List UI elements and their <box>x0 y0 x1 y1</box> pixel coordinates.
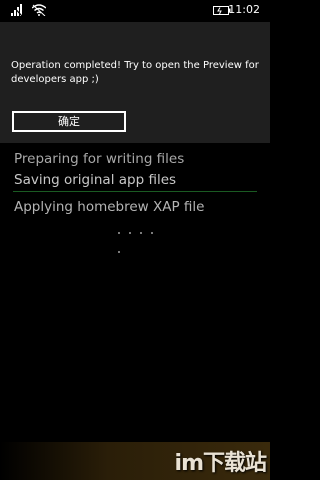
message-dialog: Operation completed! Try to open the Pre… <box>0 22 270 143</box>
loading-dot <box>118 232 120 234</box>
dialog-message: Operation completed! Try to open the Pre… <box>11 60 259 85</box>
status-bar: 11:02 <box>0 0 270 22</box>
phone-screen: 11:02 Preparing for writing files Saving… <box>0 0 270 480</box>
loading-dot <box>129 232 131 234</box>
status-clock: 11:02 <box>228 3 260 16</box>
signal-icon <box>11 4 23 16</box>
loading-dots-indicator <box>118 219 168 253</box>
watermark-text: im下载站 <box>174 451 267 476</box>
loading-dot <box>140 232 142 234</box>
step-applying: Applying homebrew XAP file <box>14 199 205 215</box>
loading-dot <box>118 251 120 253</box>
confirm-button[interactable]: 确定 <box>12 111 126 132</box>
step-saving: Saving original app files <box>14 172 177 188</box>
step-preparing: Preparing for writing files <box>14 151 185 167</box>
wifi-icon <box>32 4 46 16</box>
progress-bar <box>13 191 257 192</box>
loading-dot <box>151 232 153 234</box>
watermark-logo: im下载站 <box>174 445 267 477</box>
